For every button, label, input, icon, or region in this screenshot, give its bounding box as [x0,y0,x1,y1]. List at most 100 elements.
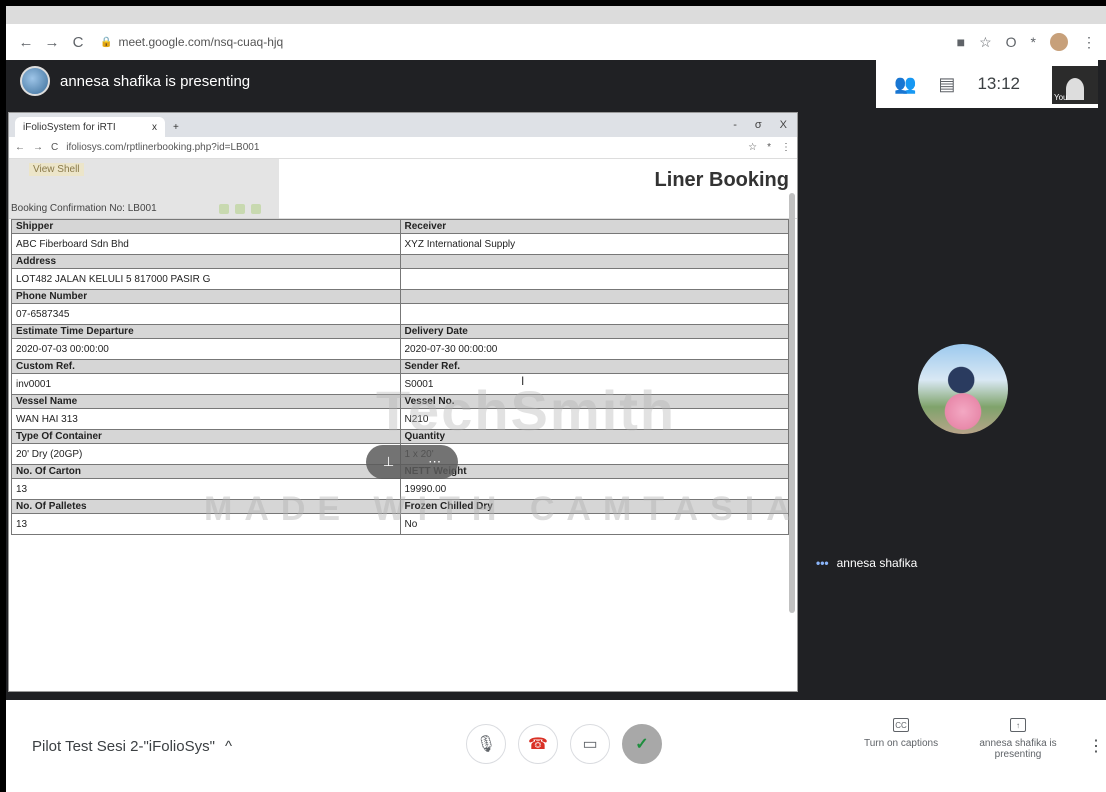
form-label: Sender Ref. [399,359,789,374]
inner-address-bar[interactable]: ifoliosys.com/rptlinerbooking.php?id=LB0… [66,142,259,153]
save-icon[interactable] [235,204,245,214]
form-value: XYZ International Supply [399,233,789,255]
chat-icon[interactable]: ▤ [938,74,955,95]
form-value: 13 [11,513,401,535]
present-label: annesa shafika is presenting [979,738,1057,760]
form-label-row: Custom Ref. Sender Ref. [11,359,789,374]
inner-back-icon[interactable]: ← [15,142,25,153]
reload-icon[interactable]: C [68,32,88,52]
form-value: 20' Dry (20GP) [11,443,401,465]
meet-bottom-bar: Pilot Test Sesi 2-"iFolioSys" ^ 🎙 ☎ ▭ ✓ … [6,700,1106,792]
meet-stage: annesa shafika is presenting 👥 ▤ 13:12 Y… [6,60,1106,700]
camera-button[interactable]: ▭ [570,724,610,764]
form-label: Receiver [399,219,789,234]
form-label: Estimate Time Departure [11,324,401,339]
captions-label: Turn on captions [864,738,939,749]
form-value: 2020-07-03 00:00:00 [11,338,401,360]
view-shell-label[interactable]: View Shell [29,163,84,176]
inner-tab-label: iFolioSystem for iRTI [23,121,116,133]
puzzle-icon[interactable]: * [1031,34,1036,50]
inner-tab-bar: iFolioSystem for iRTI x + - σ X [9,113,797,137]
present-icon: ↑ [1010,718,1026,732]
minimize-icon[interactable]: - [733,119,737,131]
end-call-button[interactable]: ☎ [518,724,558,764]
print-icon[interactable] [219,204,229,214]
form-value: S0001 [399,373,789,395]
form-value-row: 13 19990.00 [11,478,789,500]
help-icon[interactable] [251,204,261,214]
form-value: No [399,513,789,535]
cast-icon[interactable]: ■ [957,34,965,50]
people-icon[interactable]: 👥 [894,74,916,95]
back-icon[interactable]: ← [16,32,36,52]
form-label: Phone Number [11,289,401,304]
more-options-icon[interactable]: ⋯ [428,454,441,470]
form-label: Custom Ref. [11,359,401,374]
meeting-clock: 13:12 [977,74,1020,93]
form-label: Address [11,254,401,269]
audio-indicator-icon: ••• [816,556,829,570]
participant-name: annesa shafika [836,556,918,570]
bookmark-star-icon[interactable]: ☆ [979,34,992,51]
participant-name-label: ••• annesa shafika [816,556,917,570]
presenting-banner-text: annesa shafika is presenting [60,72,251,90]
meeting-details[interactable]: Pilot Test Sesi 2-"iFolioSys" ^ [32,738,232,755]
maximize-icon[interactable]: σ [755,119,762,131]
address-bar[interactable]: 🔒 meet.google.com/nsq-cuaq-hjq [100,35,283,49]
form-label-row: Estimate Time Departure Delivery Date [11,324,789,339]
form-label: No. Of Palletes [11,499,401,514]
form-label: Frozen Chilled Dry [399,499,789,514]
booking-form-table: Shipper Receiver ABC Fiberboard Sdn Bhd XYZ… [11,219,789,535]
form-label-row: No. Of Palletes Frozen Chilled Dry [11,499,789,514]
pin-controls[interactable]: ⊥ ⋯ [366,445,458,479]
form-value: 2020-07-30 00:00:00 [399,338,789,360]
self-video-tile[interactable]: You [1052,66,1098,104]
form-value [399,303,789,325]
form-label: Quantity [399,429,789,444]
address-bar-url: meet.google.com/nsq-cuaq-hjq [118,35,284,49]
form-value: WAN HAI 313 [11,408,401,430]
profile-avatar[interactable] [1050,33,1068,51]
participant-tile[interactable]: ••• annesa shafika [804,230,1106,590]
captions-icon: CC [893,718,910,732]
form-label: Vessel No. [399,394,789,409]
form-label [399,289,789,304]
pin-icon[interactable]: ⊥ [383,454,394,470]
form-value-row: inv0001 S0001 [11,373,789,395]
self-label: You [1054,93,1068,102]
form-value-row: 13 No [11,513,789,535]
browser-toolbar: ← → C 🔒 meet.google.com/nsq-cuaq-hjq ■ ☆… [6,24,1106,60]
participant-avatar [918,344,1008,434]
inner-menu-icon[interactable]: ⋮ [781,142,791,153]
new-tab-icon[interactable]: + [165,117,187,137]
forward-icon[interactable]: → [42,32,62,52]
present-button[interactable]: ↑ annesa shafika is presenting [978,718,1058,760]
form-label [399,254,789,269]
inner-tab-active[interactable]: iFolioSystem for iRTI x [15,117,165,137]
form-label-row: Vessel Name Vessel No. [11,394,789,409]
inner-extension-icon[interactable]: * [767,142,771,153]
inner-reload-icon[interactable]: C [51,142,58,153]
inner-star-icon[interactable]: ☆ [748,142,757,153]
form-value-row: WAN HAI 313 N210 [11,408,789,430]
lock-icon: 🔒 [100,36,113,48]
browser-tabstrip [6,6,1106,24]
form-label: NETT Weight [399,464,789,479]
chevron-up-icon[interactable]: ^ [225,738,232,755]
form-label: No. Of Carton [11,464,401,479]
window-close-icon[interactable]: X [780,119,787,131]
inner-tab-close-icon[interactable]: x [152,122,157,133]
microphone-button[interactable]: 🎙 [466,724,506,764]
browser-menu-icon[interactable]: ⋮ [1082,34,1096,51]
form-label: Shipper [11,219,401,234]
form-label-row: Phone Number [11,289,789,304]
scrollbar[interactable] [789,193,795,613]
inner-forward-icon[interactable]: → [33,142,43,153]
form-label-row: Address [11,254,789,269]
presenter-avatar [20,66,50,96]
more-options-button[interactable]: ⋮ [1088,736,1104,756]
captions-button[interactable]: CC Turn on captions [864,718,938,749]
extension-icon[interactable]: O [1006,34,1017,50]
browser-extensions: ■ ☆ O * ⋮ [957,33,1096,51]
check-button[interactable]: ✓ [622,724,662,764]
